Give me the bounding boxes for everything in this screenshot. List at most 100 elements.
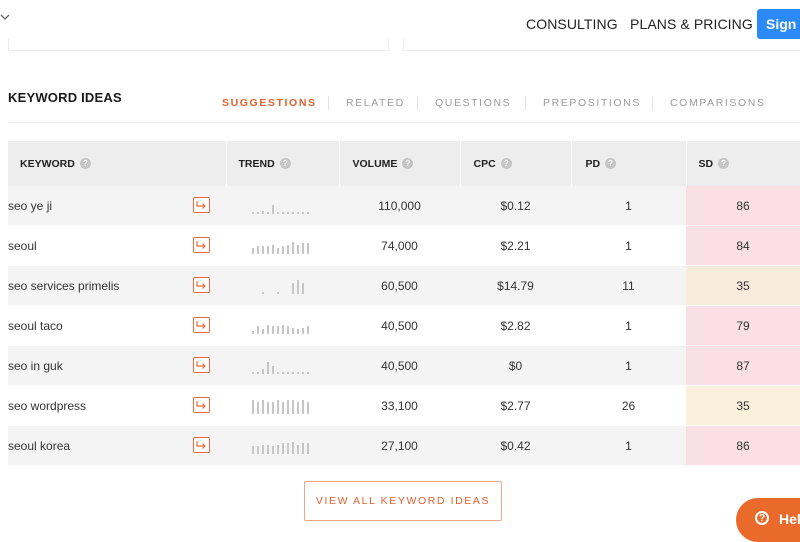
cpc-cell: $14.79 xyxy=(460,265,571,306)
trend-bar xyxy=(261,210,264,214)
table-row[interactable]: seo services primelis 60,500 $14.79 11 35 xyxy=(8,265,800,306)
open-keyword-icon[interactable] xyxy=(193,197,210,213)
sd-cell: 35 xyxy=(686,385,800,426)
table-row[interactable]: seoul 74,000 $2.21 1 84 xyxy=(8,225,800,266)
column-header-label: CPC xyxy=(473,157,496,170)
trend-bar xyxy=(301,327,304,334)
keyword-text[interactable]: seoul xyxy=(8,239,37,253)
keyword-cell: seo in guk xyxy=(8,345,226,386)
nav-plans-pricing-link[interactable]: PLANS & PRICING xyxy=(630,16,753,32)
view-all-keyword-ideas-button[interactable]: VIEW ALL KEYWORD IDEAS xyxy=(304,481,502,521)
sign-in-button[interactable]: Sign in xyxy=(757,9,800,39)
trend-sparkline xyxy=(251,441,309,454)
trend-bar xyxy=(251,211,254,214)
open-keyword-icon[interactable] xyxy=(193,317,210,333)
tab-divider xyxy=(525,96,526,110)
trend-bar xyxy=(306,211,309,214)
column-header-pd[interactable]: PD? xyxy=(571,141,687,186)
keyword-text[interactable]: seo in guk xyxy=(8,359,63,373)
tab-related[interactable]: RELATED xyxy=(346,97,405,109)
help-icon[interactable]: ? xyxy=(402,158,414,169)
help-icon[interactable]: ? xyxy=(500,158,512,169)
table-row[interactable]: seoul taco 40,500 $2.82 1 79 xyxy=(8,305,800,346)
trend-bar xyxy=(251,371,254,374)
trend-bar xyxy=(282,293,284,294)
help-icon[interactable]: ? xyxy=(605,158,617,169)
open-keyword-icon[interactable] xyxy=(193,437,210,453)
table-header-row: KEYWORD? TREND? VOLUME? CPC? PD? SD? xyxy=(8,141,800,186)
chevron-down-icon[interactable] xyxy=(0,13,10,27)
keyword-text[interactable]: seo services primelis xyxy=(8,279,119,293)
pd-cell: 1 xyxy=(571,305,686,346)
keyword-text[interactable]: seoul taco xyxy=(8,319,63,333)
keyword-text[interactable]: seoul korea xyxy=(8,439,70,453)
pd-cell: 1 xyxy=(571,425,686,466)
trend-bar xyxy=(281,211,284,214)
tab-comparisons[interactable]: COMPARISONS xyxy=(670,97,766,109)
pd-cell: 1 xyxy=(571,186,686,226)
column-header-trend[interactable]: TREND? xyxy=(226,141,340,186)
pd-cell: 11 xyxy=(571,265,686,306)
trend-bar xyxy=(296,401,299,414)
trend-bar xyxy=(306,371,309,374)
table-row[interactable]: seo ye ji 110,000 $0.12 1 86 xyxy=(8,186,800,226)
cpc-cell: $2.82 xyxy=(460,305,571,346)
trend-bar xyxy=(286,442,289,454)
trend-cell xyxy=(226,186,339,226)
open-keyword-icon[interactable] xyxy=(193,357,210,373)
open-keyword-icon[interactable] xyxy=(193,397,210,413)
volume-cell: 110,000 xyxy=(339,186,460,226)
trend-sparkline xyxy=(251,204,309,214)
cpc-cell: $0.42 xyxy=(460,425,571,466)
sd-cell: 35 xyxy=(686,265,800,306)
trend-bar xyxy=(256,211,259,214)
tab-questions[interactable]: QUESTIONS xyxy=(435,97,511,109)
open-keyword-icon[interactable] xyxy=(193,277,210,293)
trend-bar xyxy=(301,399,304,414)
trend-bar xyxy=(291,327,294,334)
trend-bar xyxy=(281,245,284,254)
tab-prepositions[interactable]: PREPOSITIONS xyxy=(543,97,641,109)
trend-bar xyxy=(291,211,294,214)
open-keyword-icon[interactable] xyxy=(193,237,210,253)
cpc-cell: $2.77 xyxy=(460,385,571,426)
keyword-cell: seoul korea xyxy=(8,425,226,466)
keyword-cell: seo ye ji xyxy=(8,186,226,226)
column-header-sd[interactable]: SD? xyxy=(686,141,800,186)
help-label: Help xyxy=(779,511,800,527)
trend-bar xyxy=(251,247,254,254)
column-header-volume[interactable]: VOLUME? xyxy=(339,141,461,186)
help-icon[interactable]: ? xyxy=(718,158,730,169)
keyword-cell: seo wordpress xyxy=(8,385,226,426)
table-row[interactable]: seo wordpress 33,100 $2.77 26 35 xyxy=(8,385,800,426)
trend-cell xyxy=(226,385,339,426)
trend-bar xyxy=(276,247,279,254)
trend-bar xyxy=(276,325,279,334)
trend-bar xyxy=(266,401,269,414)
help-icon[interactable]: ? xyxy=(79,158,91,169)
trend-bar xyxy=(296,279,299,294)
volume-cell: 33,100 xyxy=(339,385,460,426)
trend-bar xyxy=(256,371,259,374)
trend-cell xyxy=(226,225,339,266)
table-row[interactable]: seo in guk 40,500 $0 1 87 xyxy=(8,345,800,386)
column-header-keyword[interactable]: KEYWORD? xyxy=(8,141,227,186)
trend-bar xyxy=(272,293,274,294)
keyword-cell: seoul xyxy=(8,225,226,266)
table-row[interactable]: seoul korea 27,100 $0.42 1 86 xyxy=(8,425,800,466)
tab-suggestions[interactable]: SUGGESTIONS xyxy=(222,97,317,109)
keyword-text[interactable]: seo wordpress xyxy=(8,399,86,413)
help-icon[interactable]: ? xyxy=(279,158,291,169)
trend-bar xyxy=(261,328,264,334)
help-button[interactable]: ? Help xyxy=(736,498,800,542)
trend-bar xyxy=(251,445,254,454)
keyword-text[interactable]: seo ye ji xyxy=(8,199,52,213)
trend-bar xyxy=(267,293,269,294)
trend-bar xyxy=(281,371,284,374)
trend-bar xyxy=(276,371,279,374)
trend-bar xyxy=(286,244,289,254)
column-header-cpc[interactable]: CPC? xyxy=(460,141,572,186)
nav-consulting-link[interactable]: CONSULTING xyxy=(526,16,618,32)
trend-bar xyxy=(271,325,274,334)
trend-bar xyxy=(261,368,264,374)
